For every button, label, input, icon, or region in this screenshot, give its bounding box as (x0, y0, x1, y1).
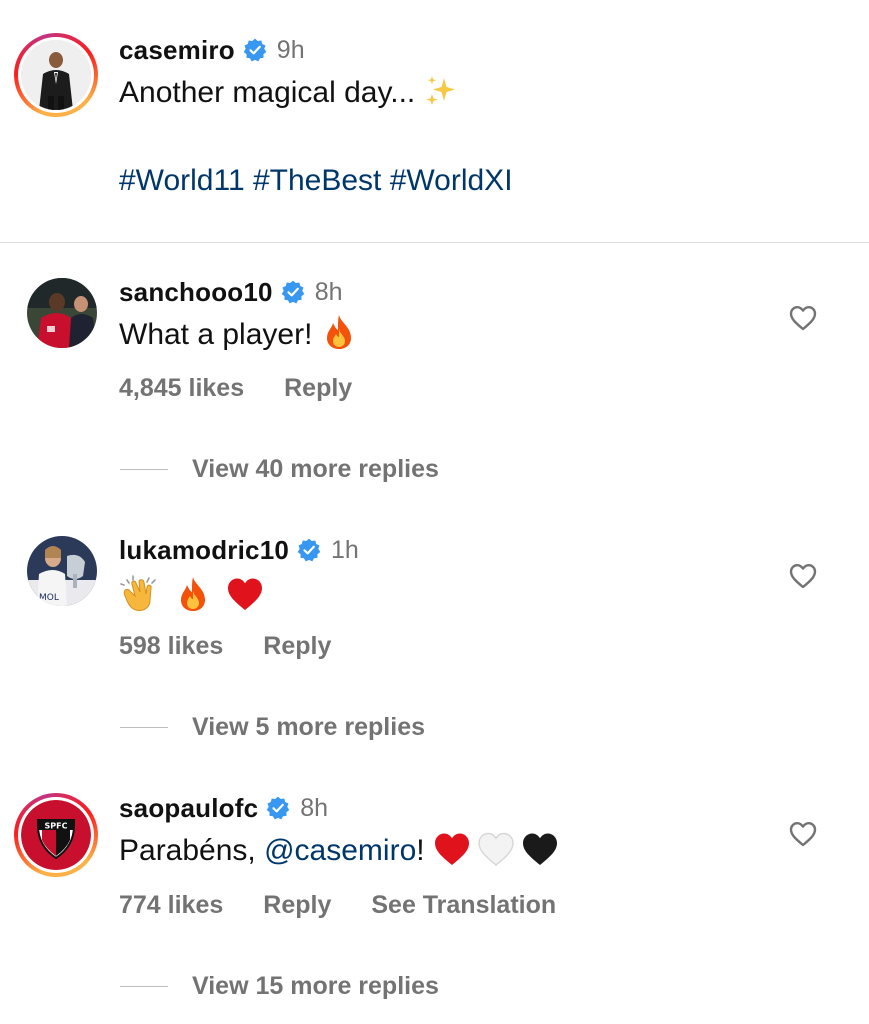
reply-button[interactable]: Reply (284, 374, 352, 403)
timestamp: 8h (314, 277, 343, 306)
avatar-lukamodric10[interactable]: MOL (27, 536, 97, 606)
caption-body: Another magical day... (119, 76, 424, 109)
see-translation-button[interactable]: See Translation (371, 891, 556, 920)
comment-header: lukamodric10 1h (119, 533, 359, 567)
spfc-badge-text: SPFC (45, 822, 68, 831)
heart-outline-icon[interactable] (789, 305, 817, 331)
view-replies-label[interactable]: View 15 more replies (192, 972, 439, 1001)
verified-badge-icon (243, 38, 267, 62)
comment-body-end: ! (416, 834, 433, 867)
view-replies-button[interactable]: View 5 more replies (120, 713, 425, 742)
avatar-sanchooo10[interactable] (27, 278, 97, 348)
caption-hashtags[interactable]: #World11 #TheBest #WorldXI (119, 164, 513, 198)
avatar-casemiro[interactable] (21, 40, 91, 110)
verified-badge-icon (281, 280, 304, 304)
reply-button[interactable]: Reply (263, 891, 331, 920)
replies-line (120, 985, 168, 988)
comment-text (119, 574, 264, 614)
avatar-saopaulofc[interactable]: SPFC (21, 800, 91, 870)
section-divider (0, 242, 869, 243)
caption-text: Another magical day... (119, 76, 458, 110)
svg-text:MOL: MOL (39, 593, 59, 603)
username[interactable]: saopaulofc (119, 793, 258, 824)
comment-text: Parabéns, @casemiro! (119, 832, 559, 868)
username[interactable]: lukamodric10 (119, 535, 289, 566)
red-heart-icon (227, 578, 262, 610)
username[interactable]: casemiro (119, 35, 235, 66)
post-caption: casemiro 9h Another magical day... #Worl… (0, 0, 869, 242)
clapping-hands-icon (120, 575, 156, 611)
view-replies-label[interactable]: View 5 more replies (192, 713, 425, 742)
heart-outline-icon[interactable] (789, 821, 817, 847)
replies-line (120, 726, 168, 729)
timestamp: 8h (300, 793, 329, 822)
likes-count[interactable]: 4,845 likes (119, 374, 244, 403)
red-heart-icon (434, 833, 469, 866)
view-replies-button[interactable]: View 40 more replies (120, 455, 439, 484)
caption-header: casemiro 9h (119, 33, 305, 67)
sparkles-icon (426, 76, 455, 106)
view-replies-label[interactable]: View 40 more replies (192, 455, 439, 484)
view-replies-button[interactable]: View 15 more replies (120, 972, 439, 1001)
likes-count[interactable]: 774 likes (119, 891, 223, 920)
comment-meta: 598 likes Reply (119, 632, 331, 661)
story-ring[interactable]: SPFC (14, 793, 98, 877)
heart-outline-icon[interactable] (789, 563, 817, 589)
comment-meta: 4,845 likes Reply (119, 374, 352, 403)
username[interactable]: sanchooo10 (119, 277, 273, 308)
comment-text: What a player! (119, 315, 357, 352)
story-ring[interactable] (14, 33, 98, 117)
verified-badge-icon (297, 538, 321, 562)
timestamp: 9h (276, 35, 305, 64)
black-heart-icon (522, 833, 557, 866)
comment-meta: 774 likes Reply See Translation (119, 891, 556, 920)
comment-header: sanchooo10 8h (119, 275, 343, 309)
replies-line (120, 468, 168, 471)
comment-body: What a player! (119, 318, 321, 351)
white-heart-icon (478, 832, 514, 866)
comment-body: Parabéns, (119, 834, 265, 867)
fire-icon (181, 577, 206, 611)
fire-icon (326, 315, 351, 350)
likes-count[interactable]: 598 likes (119, 632, 223, 661)
reply-button[interactable]: Reply (263, 632, 331, 661)
verified-badge-icon (266, 796, 290, 820)
timestamp: 1h (331, 535, 359, 564)
comment-header: saopaulofc 8h (119, 791, 328, 825)
mention-link[interactable]: @casemiro (264, 834, 416, 867)
